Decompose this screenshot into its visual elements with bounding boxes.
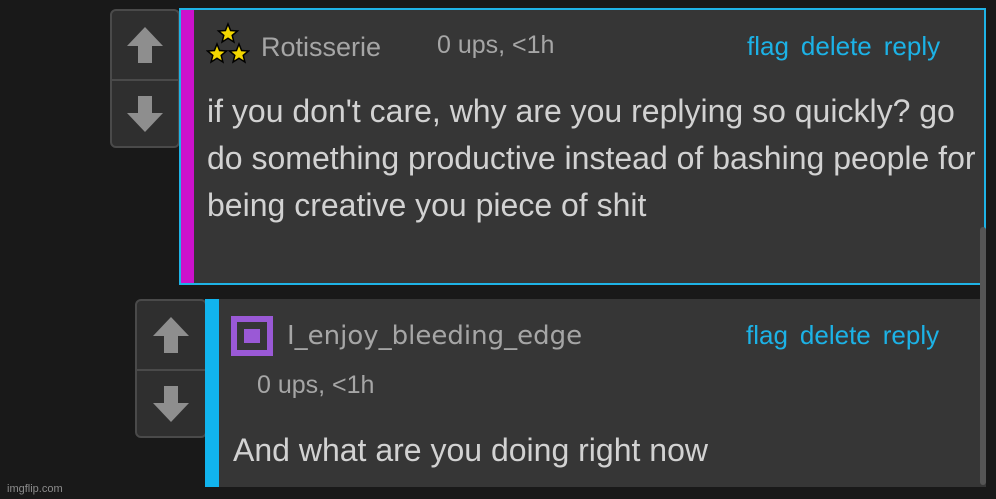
comment-meta: 0 ups, <1h (257, 371, 375, 399)
comment-username[interactable]: Rotisserie (261, 32, 381, 63)
thread-stripe (181, 10, 194, 283)
comment-1: Rotisserie 0 ups, <1h flag delete reply … (179, 8, 986, 285)
delete-link[interactable]: delete (800, 320, 871, 351)
upvote-button[interactable] (112, 11, 178, 79)
downvote-button[interactable] (137, 371, 205, 436)
purple-square-icon (228, 314, 276, 358)
comment-username[interactable]: I_enjoy_bleeding_edge (287, 321, 582, 351)
thread-stripe (205, 299, 219, 487)
down-arrow-icon (127, 95, 163, 132)
down-arrow-icon (153, 385, 189, 422)
vote-box (135, 299, 207, 438)
up-arrow-icon (153, 317, 189, 353)
vote-box (110, 9, 180, 148)
comment-actions: flag delete reply (747, 31, 940, 62)
comment-meta: 0 ups, <1h (437, 31, 555, 59)
scrollbar[interactable] (980, 227, 986, 485)
upvote-button[interactable] (137, 301, 205, 369)
comment-body: And what are you doing right now (233, 432, 708, 468)
flag-link[interactable]: flag (747, 31, 789, 62)
comment-body: if you don't care, why are you replying … (207, 93, 976, 223)
three-stars-icon (205, 21, 251, 66)
flag-link[interactable]: flag (746, 320, 788, 351)
downvote-button[interactable] (112, 81, 178, 146)
reply-link[interactable]: reply (883, 320, 939, 351)
comment-actions: flag delete reply (746, 320, 939, 351)
comment-2: I_enjoy_bleeding_edge 0 ups, <1h flag de… (205, 299, 986, 487)
reply-link[interactable]: reply (884, 31, 940, 62)
watermark: imgflip.com (7, 483, 63, 495)
delete-link[interactable]: delete (801, 31, 872, 62)
up-arrow-icon (127, 27, 163, 63)
